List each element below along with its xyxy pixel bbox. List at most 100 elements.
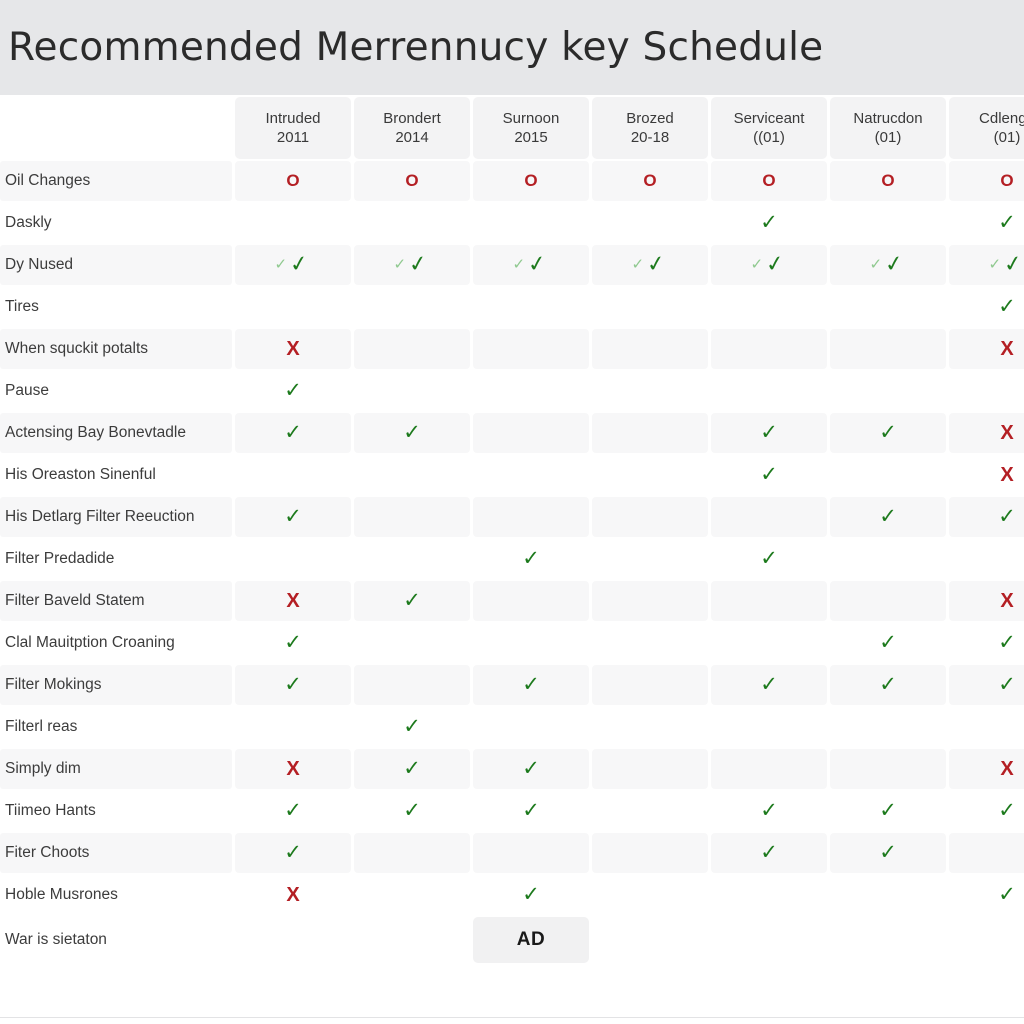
cell-r4-c0[interactable]: X xyxy=(235,329,351,369)
check-icon: ✓ xyxy=(284,378,302,402)
cell-r17-c1 xyxy=(354,875,470,915)
cell-r2-c0[interactable]: ✓✓ xyxy=(235,245,351,285)
double-check-icon: ✓✓ xyxy=(631,251,667,278)
cell-r11-c6[interactable]: ✓ xyxy=(949,623,1024,663)
cell-r15-c5[interactable]: ✓ xyxy=(830,791,946,831)
cell-r11-c2 xyxy=(473,623,589,663)
circle-icon: O xyxy=(643,170,657,190)
cell-r0-c1[interactable]: O xyxy=(354,161,470,201)
cell-r5-c0[interactable]: ✓ xyxy=(235,371,351,411)
cell-r9-c2[interactable]: ✓ xyxy=(473,539,589,579)
cell-r16-c0[interactable]: ✓ xyxy=(235,833,351,873)
cell-r12-c6[interactable]: ✓ xyxy=(949,665,1024,705)
cell-r10-c1[interactable]: ✓ xyxy=(354,581,470,621)
column-header-sub: 2015 xyxy=(514,129,548,146)
table-row: His Detlarg Filter Reeuction ✓ ✓ ✓ xyxy=(0,497,1024,537)
table-row: Hoble Musrones X ✓ ✓ xyxy=(0,875,1024,915)
check-icon-bold: ✓ xyxy=(1002,250,1024,279)
cell-r17-c2[interactable]: ✓ xyxy=(473,875,589,915)
cell-r15-c6[interactable]: ✓ xyxy=(949,791,1024,831)
check-icon-faint: ✓ xyxy=(393,255,407,273)
cell-r14-c1[interactable]: ✓ xyxy=(354,749,470,789)
column-header-5[interactable]: Natrucdon (01) xyxy=(830,97,946,159)
cell-r15-c0[interactable]: ✓ xyxy=(235,791,351,831)
cell-r15-c4[interactable]: ✓ xyxy=(711,791,827,831)
cell-r15-c1[interactable]: ✓ xyxy=(354,791,470,831)
cell-r2-c5[interactable]: ✓✓ xyxy=(830,245,946,285)
cell-r2-c1[interactable]: ✓✓ xyxy=(354,245,470,285)
cell-r17-c0[interactable]: X xyxy=(235,875,351,915)
cell-r1-c6[interactable]: ✓ xyxy=(949,203,1024,243)
double-check-icon: ✓✓ xyxy=(393,251,429,278)
cell-r7-c4[interactable]: ✓ xyxy=(711,455,827,495)
column-header-sub: (01) xyxy=(874,129,902,146)
cell-r16-c5[interactable]: ✓ xyxy=(830,833,946,873)
cell-r15-c2[interactable]: ✓ xyxy=(473,791,589,831)
cell-r8-c2 xyxy=(473,497,589,537)
cell-r7-c6[interactable]: X xyxy=(949,455,1024,495)
row-label: Clal Mauitption Croaning xyxy=(0,623,232,663)
cell-r9-c1 xyxy=(354,539,470,579)
column-header-2[interactable]: Surnoon 2015 xyxy=(473,97,589,159)
check-icon: ✓ xyxy=(879,630,897,654)
cell-r10-c6[interactable]: X xyxy=(949,581,1024,621)
cell-r17-c6[interactable]: ✓ xyxy=(949,875,1024,915)
column-header-1[interactable]: Brondert 2014 xyxy=(354,97,470,159)
cell-r12-c5[interactable]: ✓ xyxy=(830,665,946,705)
cell-r2-c3[interactable]: ✓✓ xyxy=(592,245,708,285)
cell-r2-c4[interactable]: ✓✓ xyxy=(711,245,827,285)
cell-r12-c1 xyxy=(354,665,470,705)
cell-r2-c2[interactable]: ✓✓ xyxy=(473,245,589,285)
cell-r4-c3 xyxy=(592,329,708,369)
cell-r18-c2[interactable]: AD xyxy=(473,917,589,963)
column-header-4[interactable]: Serviceant ((01) xyxy=(711,97,827,159)
cell-r8-c0[interactable]: ✓ xyxy=(235,497,351,537)
cell-r12-c2[interactable]: ✓ xyxy=(473,665,589,705)
cell-r16-c6 xyxy=(949,833,1024,873)
cell-r14-c0[interactable]: X xyxy=(235,749,351,789)
cell-r10-c0[interactable]: X xyxy=(235,581,351,621)
cell-r11-c5[interactable]: ✓ xyxy=(830,623,946,663)
cell-r6-c4[interactable]: ✓ xyxy=(711,413,827,453)
row-label: Simply dim xyxy=(0,749,232,789)
table-header-row: Intruded 2011 Brondert 2014 Surnoon 2015 Broze… xyxy=(0,97,1024,159)
cell-r10-c4 xyxy=(711,581,827,621)
cell-r14-c6[interactable]: X xyxy=(949,749,1024,789)
check-icon: ✓ xyxy=(760,840,778,864)
cell-r1-c4[interactable]: ✓ xyxy=(711,203,827,243)
cell-r0-c3[interactable]: O xyxy=(592,161,708,201)
cell-r13-c1[interactable]: ✓ xyxy=(354,707,470,747)
cell-r14-c4 xyxy=(711,749,827,789)
cell-r16-c4[interactable]: ✓ xyxy=(711,833,827,873)
table-row: Filter Mokings ✓ ✓ ✓ ✓ ✓ xyxy=(0,665,1024,705)
cell-r8-c6[interactable]: ✓ xyxy=(949,497,1024,537)
column-header-6[interactable]: Cdlenge (01) xyxy=(949,97,1024,159)
cell-r9-c4[interactable]: ✓ xyxy=(711,539,827,579)
cell-r0-c6[interactable]: O xyxy=(949,161,1024,201)
row-label: Filter Baveld Statem xyxy=(0,581,232,621)
cell-r0-c5[interactable]: O xyxy=(830,161,946,201)
cell-r14-c2[interactable]: ✓ xyxy=(473,749,589,789)
cell-r6-c5[interactable]: ✓ xyxy=(830,413,946,453)
cell-r3-c6[interactable]: ✓ xyxy=(949,287,1024,327)
cell-r0-c2[interactable]: O xyxy=(473,161,589,201)
cell-r6-c0[interactable]: ✓ xyxy=(235,413,351,453)
table-header: Intruded 2011 Brondert 2014 Surnoon 2015 Broze… xyxy=(0,97,1024,159)
cell-r0-c0[interactable]: O xyxy=(235,161,351,201)
cell-r6-c1[interactable]: ✓ xyxy=(354,413,470,453)
cell-r7-c1 xyxy=(354,455,470,495)
cell-r8-c5[interactable]: ✓ xyxy=(830,497,946,537)
cell-r6-c3 xyxy=(592,413,708,453)
cell-r12-c4[interactable]: ✓ xyxy=(711,665,827,705)
column-header-0[interactable]: Intruded 2011 xyxy=(235,97,351,159)
cell-r4-c6[interactable]: X xyxy=(949,329,1024,369)
cell-r0-c4[interactable]: O xyxy=(711,161,827,201)
check-icon: ✓ xyxy=(879,798,897,822)
check-icon-bold: ✓ xyxy=(526,250,549,279)
cell-r12-c0[interactable]: ✓ xyxy=(235,665,351,705)
cell-r2-c6[interactable]: ✓✓ xyxy=(949,245,1024,285)
cell-r11-c0[interactable]: ✓ xyxy=(235,623,351,663)
cell-r6-c6[interactable]: X xyxy=(949,413,1024,453)
column-header-3[interactable]: Brozed 20-18 xyxy=(592,97,708,159)
cell-r9-c6 xyxy=(949,539,1024,579)
